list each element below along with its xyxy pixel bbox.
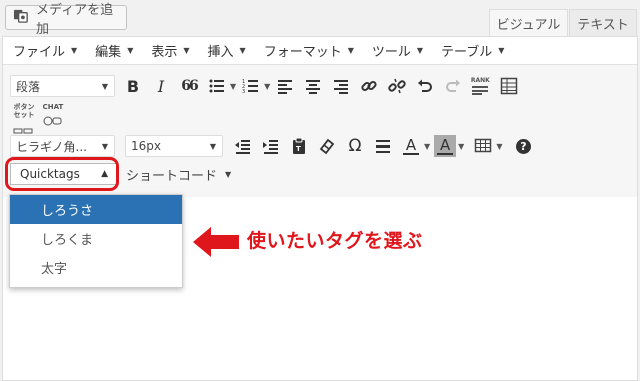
chevron-down-icon[interactable]: ▼	[458, 142, 464, 151]
toolbar-row-2: T Ω A ▼ A ▼ ▼ ?	[232, 135, 534, 157]
horizontal-rule-icon[interactable]	[372, 135, 394, 157]
chevron-down-icon[interactable]: ▼	[230, 82, 236, 91]
paste-icon[interactable]: T	[288, 135, 310, 157]
table-icon[interactable]	[472, 135, 494, 157]
add-media-button[interactable]: メディアを追加	[5, 3, 127, 37]
align-right-icon[interactable]	[330, 75, 352, 97]
chat-icon[interactable]: CHAT	[42, 103, 64, 130]
chevron-down-icon: ▼	[347, 46, 354, 55]
menubar: ファイル ▼ 編集 ▼ 表示 ▼ 挿入 ▼ フォーマット ▼ ツール ▼ テーブル ▼	[3, 37, 637, 65]
toolbar-row-1: B I 66 ▼ 123 ▼ RANK	[122, 75, 520, 97]
redo-icon	[442, 75, 464, 97]
svg-text:3: 3	[242, 89, 245, 95]
background-color-icon[interactable]: A	[434, 135, 457, 157]
format-select[interactable]: 段落 ▼	[10, 75, 115, 97]
link-icon[interactable]	[358, 75, 380, 97]
unlink-icon[interactable]	[386, 75, 408, 97]
quicktag-option-bold[interactable]: 太字	[10, 253, 182, 282]
blockquote-icon[interactable]: 66	[178, 75, 200, 97]
chevron-down-icon: ▼	[183, 46, 190, 55]
rank-icon[interactable]: RANK	[468, 75, 492, 97]
bullet-list-icon[interactable]	[206, 75, 228, 97]
table-grid-icon[interactable]	[498, 75, 520, 97]
annotation-text: 使いたいタグを選ぶ	[247, 230, 423, 252]
omega-icon[interactable]: Ω	[344, 135, 366, 157]
chevron-down-icon: ▼	[239, 46, 246, 55]
button-set-icon[interactable]: ボタン セット	[13, 103, 35, 138]
chevron-down-icon[interactable]: ▼	[264, 82, 270, 91]
align-center-icon[interactable]	[302, 75, 324, 97]
svg-text:T: T	[296, 145, 301, 153]
bold-icon[interactable]: B	[122, 75, 144, 97]
arrow-left-icon	[193, 227, 239, 257]
chevron-down-icon: ▼	[209, 141, 216, 151]
menu-insert[interactable]: 挿入 ▼	[198, 41, 254, 60]
chevron-down-icon: ▼	[225, 170, 232, 179]
chevron-down-icon: ▼	[498, 46, 505, 55]
italic-icon[interactable]: I	[150, 75, 172, 97]
help-icon[interactable]: ?	[512, 135, 534, 157]
align-left-icon[interactable]	[274, 75, 296, 97]
font-family-select[interactable]: ヒラギノ角... ▼	[10, 135, 115, 157]
tab-text[interactable]: テキスト	[569, 9, 637, 36]
chevron-down-icon: ▼	[416, 46, 424, 55]
chevron-down-icon[interactable]: ▼	[424, 142, 430, 151]
tab-visual[interactable]: ビジュアル	[489, 9, 568, 36]
text-color-icon[interactable]: A	[400, 135, 422, 157]
chevron-down-icon: ▼	[101, 81, 108, 91]
add-media-icon	[13, 7, 30, 28]
numbered-list-icon[interactable]: 123	[240, 75, 262, 97]
quicktag-option-shirokuma[interactable]: しろくま	[10, 224, 182, 253]
quicktags-highlight	[5, 157, 119, 191]
undo-icon[interactable]	[414, 75, 436, 97]
chevron-down-icon[interactable]: ▼	[496, 142, 502, 151]
quicktag-option-shirousa[interactable]: しろうさ	[10, 195, 182, 224]
menu-edit[interactable]: 編集 ▼	[85, 41, 141, 60]
menu-view[interactable]: 表示 ▼	[141, 41, 197, 60]
indent-icon[interactable]	[260, 135, 282, 157]
chevron-down-icon: ▼	[71, 46, 78, 55]
eraser-icon[interactable]	[316, 135, 338, 157]
outdent-icon[interactable]	[232, 135, 254, 157]
chevron-down-icon: ▼	[101, 141, 108, 151]
menu-format[interactable]: フォーマット ▼	[254, 41, 362, 60]
menu-table[interactable]: テーブル ▼	[431, 41, 512, 60]
menu-tools[interactable]: ツール ▼	[362, 41, 431, 60]
font-size-select[interactable]: 16px ▼	[125, 135, 223, 157]
shortcode-menu[interactable]: ショートコード ▼	[126, 165, 231, 184]
quicktags-dropdown: しろうさ しろくま 太字	[9, 194, 183, 288]
menu-file[interactable]: ファイル ▼	[3, 41, 85, 60]
chevron-down-icon: ▼	[127, 46, 134, 55]
add-media-label: メディアを追加	[36, 2, 114, 37]
